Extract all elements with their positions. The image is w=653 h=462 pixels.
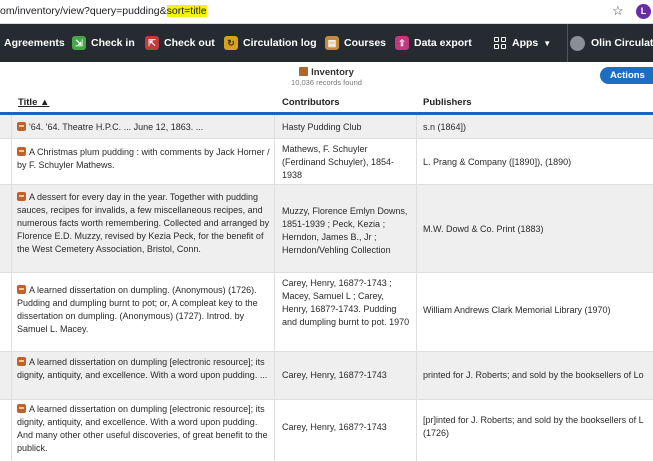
row-contributors: Carey, Henry, 1687?-1743 (282, 370, 387, 380)
circulation-log-icon: ↻ (224, 36, 238, 50)
instance-icon (17, 122, 26, 131)
column-header-publishers[interactable]: Publishers (423, 97, 472, 108)
row-title-text: A learned dissertation on dumpling [elec… (17, 357, 268, 380)
inventory-title: Inventory (0, 67, 653, 78)
row-title-text: A Christmas plum pudding : with comments… (17, 147, 270, 170)
row-contributors: Carey, Henry, 1687?-1743 (282, 422, 387, 432)
check-out-icon: ⇱ (145, 36, 159, 50)
row-title[interactable]: A Christmas plum pudding : with comments… (17, 146, 273, 172)
row-title[interactable]: A learned dissertation on dumpling [elec… (17, 356, 273, 382)
row-title-text: '64. '64. Theatre H.P.C. ... June 12, 18… (29, 122, 204, 132)
column-title-label: Title (18, 97, 38, 108)
courses-icon: ▤ (325, 36, 339, 50)
instance-icon (17, 285, 26, 294)
nav-check-in-label: Check in (91, 37, 135, 49)
actions-label: Actions (610, 70, 645, 81)
nav-check-in[interactable]: ⇲ Check in (72, 24, 135, 62)
column-header-contributors[interactable]: Contributors (282, 97, 340, 108)
bookmark-star-icon[interactable]: ☆ (612, 3, 624, 19)
row-contributors: Muzzy, Florence Emlyn Downs, 1851-1939 ;… (282, 206, 408, 255)
apps-menu-button[interactable]: Apps ▼ (494, 24, 551, 62)
row-publishers: William Andrews Clark Memorial Library (… (423, 305, 611, 315)
nav-circulation-log-label: Circulation log (243, 37, 317, 49)
actions-button[interactable]: Actions (600, 67, 653, 84)
nav-agreements-label: Agreements (4, 37, 65, 49)
instance-icon (17, 192, 26, 201)
row-contributors: Mathews, F. Schuyler (Ferdinand Schuyler… (282, 144, 395, 180)
profile-avatar[interactable]: L (636, 4, 651, 19)
nav-circulation-log[interactable]: ↻ Circulation log (224, 24, 317, 62)
instance-icon (17, 404, 26, 413)
data-export-icon: ⇪ (395, 36, 409, 50)
table-row[interactable]: '64. '64. Theatre H.P.C. ... June 12, 18… (0, 115, 653, 139)
row-contributors: Carey, Henry, 1687?-1743 ; Macey, Samuel… (282, 278, 410, 327)
row-title-text: A learned dissertation on dumpling. (Ano… (17, 285, 258, 334)
nav-courses-label: Courses (344, 37, 387, 49)
row-title[interactable]: A dessert for every day in the year. Tog… (17, 191, 273, 256)
user-label: Olin Circulatio (591, 37, 653, 49)
row-title[interactable]: '64. '64. Theatre H.P.C. ... June 12, 18… (17, 121, 273, 134)
table-row[interactable]: A learned dissertation on dumpling. (Ano… (0, 273, 653, 352)
column-header-title[interactable]: Title ▲ (18, 97, 49, 108)
apps-grid-icon (494, 37, 506, 49)
nav-check-out-label: Check out (164, 37, 215, 49)
nav-agreements[interactable]: Agreements (4, 24, 65, 62)
browser-address-bar[interactable]: om/inventory/view?query=pudding&sort=tit… (0, 0, 653, 24)
nav-courses[interactable]: ▤ Courses (325, 24, 386, 62)
instance-icon (17, 357, 26, 366)
url-text[interactable]: om/inventory/view?query=pudding&sort=tit… (0, 5, 207, 17)
table-row[interactable]: A learned dissertation on dumpling [elec… (0, 400, 653, 462)
user-menu-button[interactable]: Olin Circulatio (567, 24, 653, 62)
table-row[interactable]: A Christmas plum pudding : with comments… (0, 139, 653, 185)
row-publishers: L. Prang & Company ([1890]), (1890) (423, 157, 572, 167)
row-title[interactable]: A learned dissertation on dumpling [elec… (17, 403, 273, 455)
url-sort-param: sort=title (166, 5, 207, 17)
nav-data-export-label: Data export (414, 37, 472, 49)
row-publishers: s.n (1864]) (423, 122, 467, 132)
table-row[interactable]: A dessert for every day in the year. Tog… (0, 185, 653, 273)
record-count: 10,036 records found (291, 78, 362, 87)
row-title[interactable]: A learned dissertation on dumpling. (Ano… (17, 284, 273, 336)
table-row[interactable]: A learned dissertation on dumpling [elec… (0, 352, 653, 400)
url-prefix: om/inventory/view?query=pudding& (0, 5, 167, 17)
row-title-text: A learned dissertation on dumpling [elec… (17, 404, 268, 453)
row-title-text: A dessert for every day in the year. Tog… (17, 192, 270, 254)
row-publishers: [pr]inted for J. Roberts; and sold by th… (423, 415, 644, 438)
app-navigation-bar: Agreements ⇲ Check in ⇱ Check out ↻ Circ… (0, 24, 653, 62)
row-contributors: Hasty Pudding Club (282, 122, 362, 132)
inventory-icon (299, 67, 309, 76)
results-header: Inventory 10,036 records found (0, 62, 653, 90)
sort-ascending-icon: ▲ (40, 97, 50, 108)
user-avatar-icon (570, 35, 585, 51)
nav-check-out[interactable]: ⇱ Check out (145, 24, 215, 62)
chevron-down-icon: ▼ (543, 38, 552, 48)
inventory-title-text: Inventory (311, 67, 354, 78)
nav-data-export[interactable]: ⇪ Data export (395, 24, 472, 62)
row-publishers: printed for J. Roberts; and sold by the … (423, 370, 644, 380)
row-publishers: M.W. Dowd & Co. Print (1883) (423, 224, 544, 234)
instance-icon (17, 147, 26, 156)
table-header: Title ▲ Contributors Publishers (0, 90, 653, 115)
apps-label: Apps (512, 37, 539, 49)
check-in-icon: ⇲ (72, 36, 86, 50)
